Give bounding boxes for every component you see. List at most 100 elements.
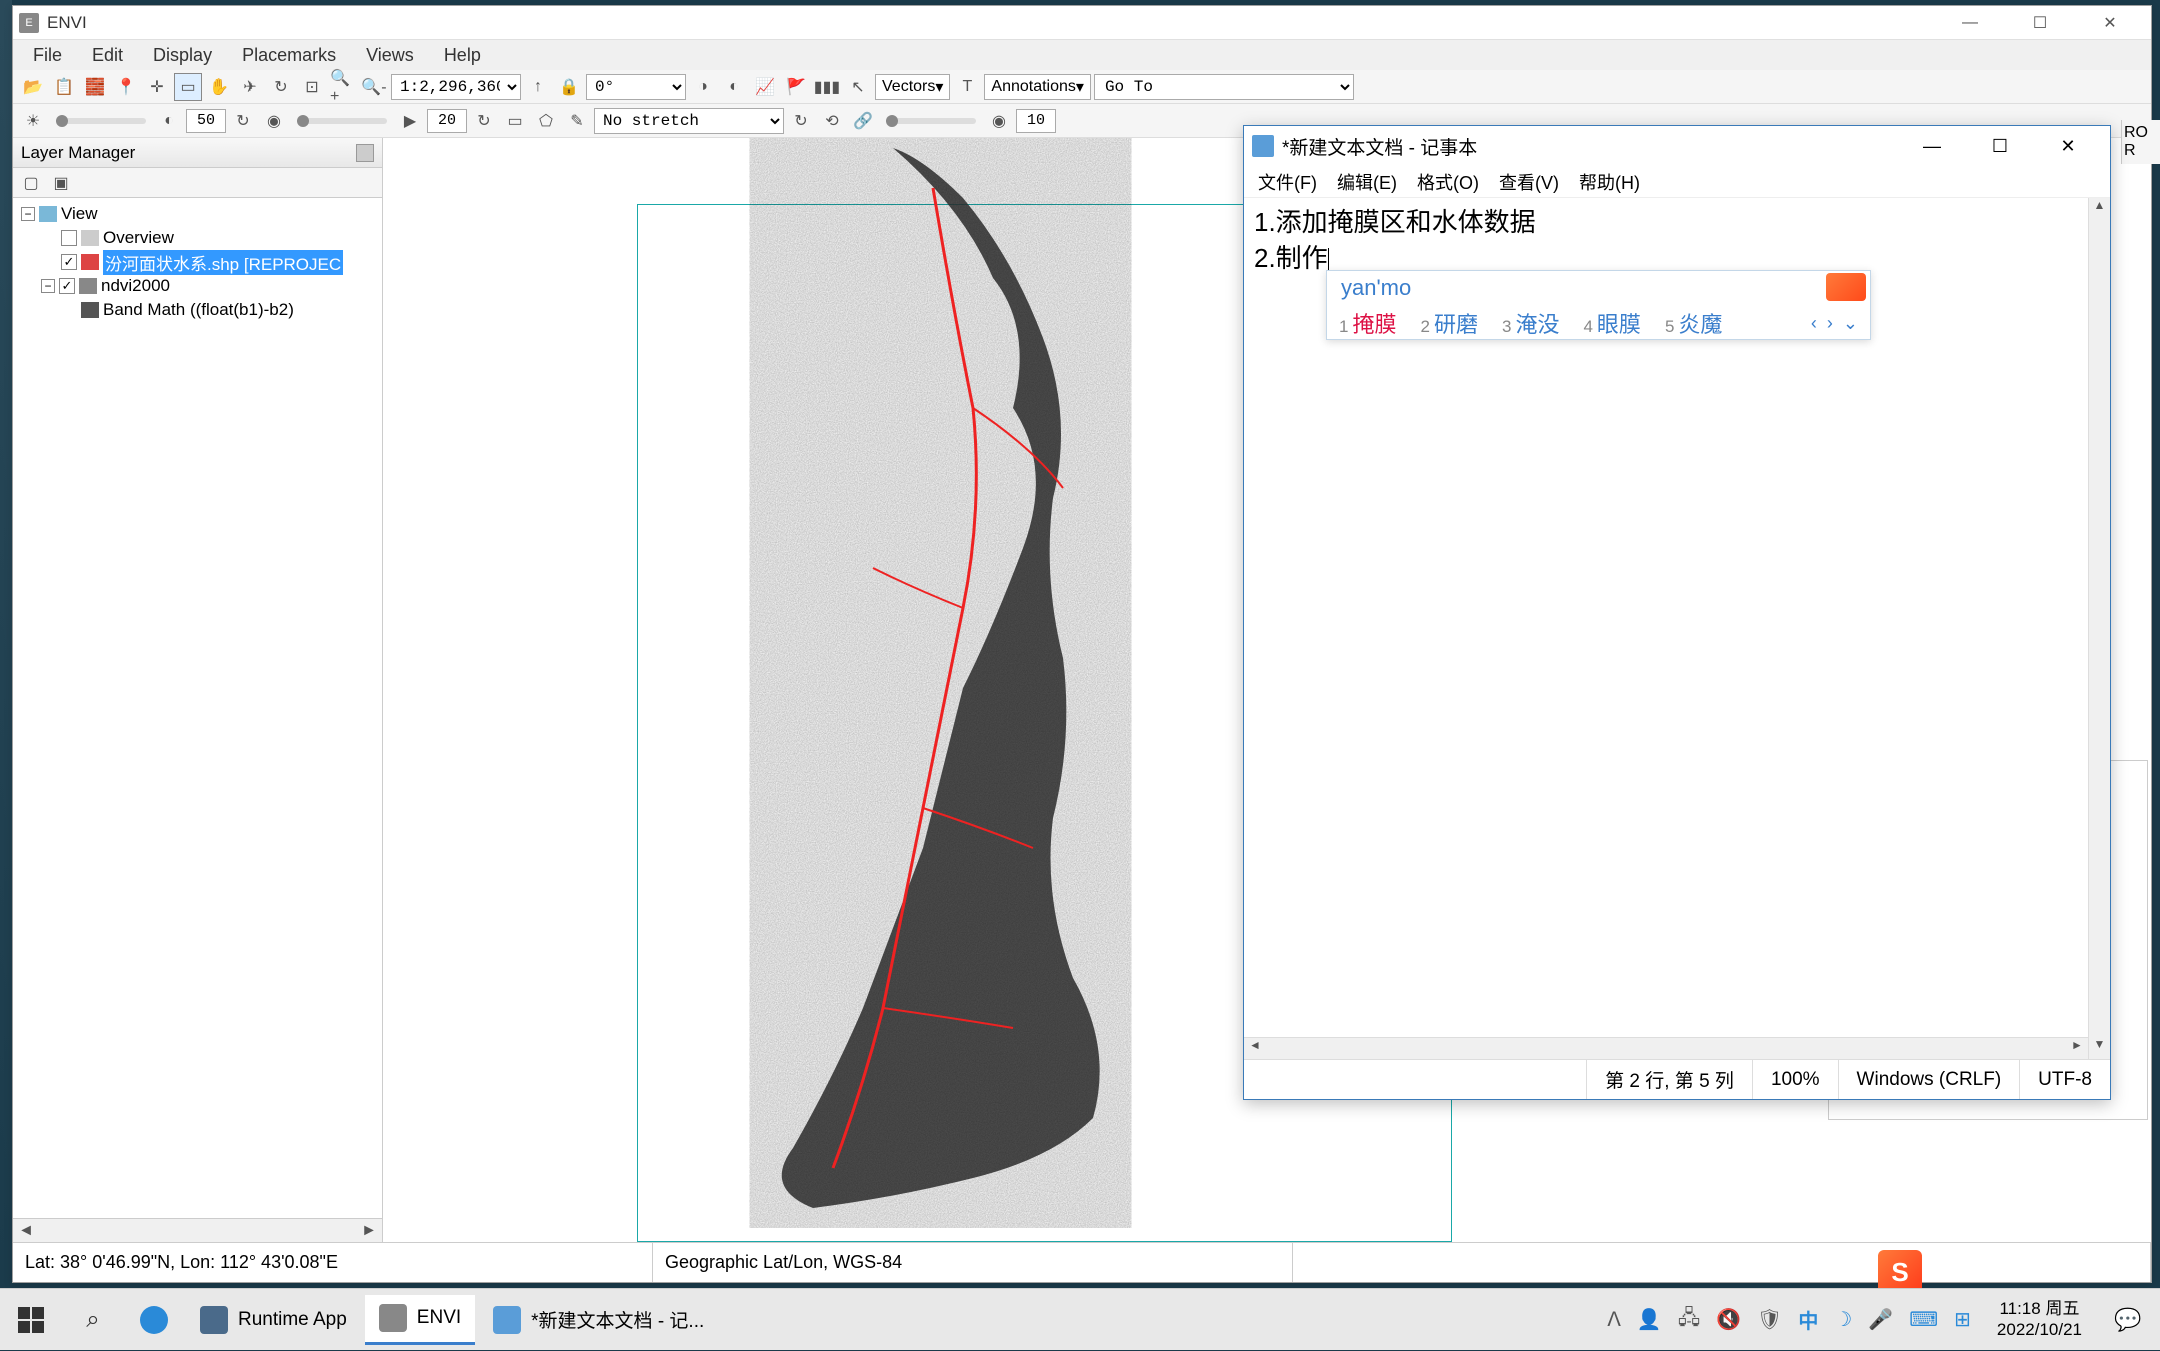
tray-keyboard-icon[interactable]: ⌨: [1909, 1307, 1938, 1332]
goto-select[interactable]: Go To: [1094, 74, 1354, 100]
panel-options-icon[interactable]: [356, 144, 374, 162]
taskbar-edge[interactable]: [126, 1295, 182, 1345]
annotations-dropdown[interactable]: Annotations ▾: [984, 74, 1091, 100]
zoom-out-icon[interactable]: 🔍-: [360, 73, 388, 101]
scroll-left-icon[interactable]: ◄: [1244, 1038, 1266, 1060]
flag-icon[interactable]: 🚩: [782, 73, 810, 101]
chip-icon[interactable]: 🧱: [81, 73, 109, 101]
tray-mic-icon[interactable]: 🎤: [1868, 1307, 1893, 1332]
tray-volume-muted-icon[interactable]: 🔇: [1716, 1307, 1741, 1332]
taskbar-runtime-app[interactable]: Runtime App: [186, 1295, 361, 1345]
zoom-fit-icon[interactable]: ⊡: [298, 73, 326, 101]
roi-new-icon[interactable]: ✎: [563, 107, 591, 135]
play-icon[interactable]: ▶: [396, 107, 424, 135]
lm-tool-2-icon[interactable]: ▣: [47, 169, 75, 197]
pan-icon[interactable]: ✋: [205, 73, 233, 101]
ime-cand-5[interactable]: 5炎魔: [1665, 307, 1722, 339]
vectors-dropdown[interactable]: Vectors ▾: [875, 74, 950, 100]
reset-icon[interactable]: ⟲: [818, 107, 846, 135]
tool-a-icon[interactable]: ◑: [689, 73, 717, 101]
north-icon[interactable]: ↑: [524, 73, 552, 101]
fly-icon[interactable]: ✈: [236, 73, 264, 101]
notepad-vscroll[interactable]: ▲ ▼: [2088, 198, 2110, 1059]
scroll-down-icon[interactable]: ▼: [2089, 1037, 2110, 1059]
tree-node-overview[interactable]: Overview: [17, 226, 378, 250]
scroll-up-icon[interactable]: ▲: [2089, 198, 2110, 220]
ime-prev-icon[interactable]: ‹: [1811, 313, 1817, 334]
tool-b-icon[interactable]: ◐: [720, 73, 748, 101]
brightness-slider[interactable]: [56, 118, 146, 124]
lm-tool-1-icon[interactable]: ▢: [17, 169, 45, 197]
tray-network-icon[interactable]: 🖧: [1678, 1303, 1700, 1337]
np-menu-file[interactable]: 文件(F): [1248, 167, 1327, 197]
north-lock-icon[interactable]: 🔒: [555, 73, 583, 101]
tray-security-icon[interactable]: 🛡: [1757, 1307, 1782, 1332]
layer-tree[interactable]: − View Overview ✓ 汾河面状水系.shp [REPROJEC: [13, 198, 382, 1218]
checkbox-on-icon[interactable]: ✓: [59, 278, 75, 294]
ime-cand-3[interactable]: 3淹没: [1502, 307, 1559, 339]
envi-titlebar[interactable]: E ENVI — ☐ ✕: [13, 6, 2151, 40]
cursor-icon[interactable]: ↖: [844, 73, 872, 101]
gamma-value[interactable]: [427, 109, 467, 133]
scroll-left-icon[interactable]: ◄: [17, 1222, 35, 1240]
brightness-icon[interactable]: ☀: [19, 107, 47, 135]
refresh-2-icon[interactable]: ↻: [470, 107, 498, 135]
np-menu-format[interactable]: 格式(O): [1407, 167, 1489, 197]
contrast-icon[interactable]: ◐: [155, 107, 183, 135]
sharpen-slider[interactable]: [886, 118, 976, 124]
brightness-value[interactable]: [186, 109, 226, 133]
close-button[interactable]: ✕: [2075, 6, 2145, 40]
checkbox-on-icon[interactable]: ✓: [61, 254, 77, 270]
sharpen-icon[interactable]: ◉: [985, 107, 1013, 135]
gamma-slider[interactable]: [297, 118, 387, 124]
np-menu-view[interactable]: 查看(V): [1489, 167, 1569, 197]
collapse-icon[interactable]: −: [21, 207, 35, 221]
notepad-minimize-button[interactable]: —: [1898, 126, 1966, 166]
tree-node-layer-shp[interactable]: ✓ 汾河面状水系.shp [REPROJEC: [17, 250, 378, 274]
menu-display[interactable]: Display: [139, 41, 226, 70]
refresh-1-icon[interactable]: ↻: [229, 107, 257, 135]
ime-cand-4[interactable]: 4眼膜: [1583, 307, 1640, 339]
text-icon[interactable]: T: [953, 73, 981, 101]
zoom-in-icon[interactable]: 🔍+: [329, 73, 357, 101]
ime-cand-1[interactable]: 1掩膜: [1339, 307, 1396, 339]
chart-icon[interactable]: 📈: [751, 73, 779, 101]
notepad-maximize-button[interactable]: ☐: [1966, 126, 2034, 166]
checkbox-off-icon[interactable]: [61, 230, 77, 246]
tray-people-icon[interactable]: 👤: [1637, 1307, 1662, 1332]
scroll-right-icon[interactable]: ►: [2066, 1038, 2088, 1060]
notepad-hscroll[interactable]: ◄ ►: [1244, 1037, 2088, 1059]
tray-chevron-icon[interactable]: ᐱ: [1607, 1307, 1621, 1332]
link-icon[interactable]: 🔗: [849, 107, 877, 135]
tree-node-bandmath[interactable]: Band Math ((float(b1)-b2): [17, 298, 378, 322]
np-menu-help[interactable]: 帮助(H): [1569, 167, 1650, 197]
rotate-icon[interactable]: ↻: [267, 73, 295, 101]
np-menu-edit[interactable]: 编辑(E): [1327, 167, 1407, 197]
pin-icon[interactable]: 📍: [112, 73, 140, 101]
ime-next-icon[interactable]: ›: [1827, 313, 1833, 334]
lm-scrollbar[interactable]: ◄ ►: [13, 1218, 382, 1242]
taskbar-envi[interactable]: ENVI: [365, 1295, 475, 1345]
sharpen-value[interactable]: [1016, 109, 1056, 133]
select-icon[interactable]: ▭: [174, 73, 202, 101]
tray-grid-icon[interactable]: ⊞: [1954, 1307, 1971, 1332]
notepad-close-button[interactable]: ✕: [2034, 126, 2102, 166]
scale-select[interactable]: 1:2,296,360: [391, 74, 521, 100]
barcode-icon[interactable]: ▮▮▮: [813, 73, 841, 101]
roi-rect-icon[interactable]: ▭: [501, 107, 529, 135]
ime-expand-icon[interactable]: ⌄: [1843, 313, 1858, 334]
minimize-button[interactable]: —: [1935, 6, 2005, 40]
menu-edit[interactable]: Edit: [78, 41, 137, 70]
tree-node-ndvi[interactable]: − ✓ ndvi2000: [17, 274, 378, 298]
ime-cand-2[interactable]: 2研磨: [1420, 307, 1477, 339]
gamma-icon[interactable]: ◉: [260, 107, 288, 135]
ime-lang-indicator[interactable]: 中: [1798, 1305, 1818, 1334]
reload-icon[interactable]: ↻: [787, 107, 815, 135]
taskbar-notepad[interactable]: *新建文本文档 - 记...: [479, 1295, 718, 1345]
menu-placemarks[interactable]: Placemarks: [228, 41, 350, 70]
notepad-titlebar[interactable]: *新建文本文档 - 记事本 — ☐ ✕: [1244, 126, 2110, 166]
start-button[interactable]: [0, 1289, 62, 1351]
rotation-select[interactable]: 0°: [586, 74, 686, 100]
roi-poly-icon[interactable]: ⬠: [532, 107, 560, 135]
menu-help[interactable]: Help: [430, 41, 495, 70]
